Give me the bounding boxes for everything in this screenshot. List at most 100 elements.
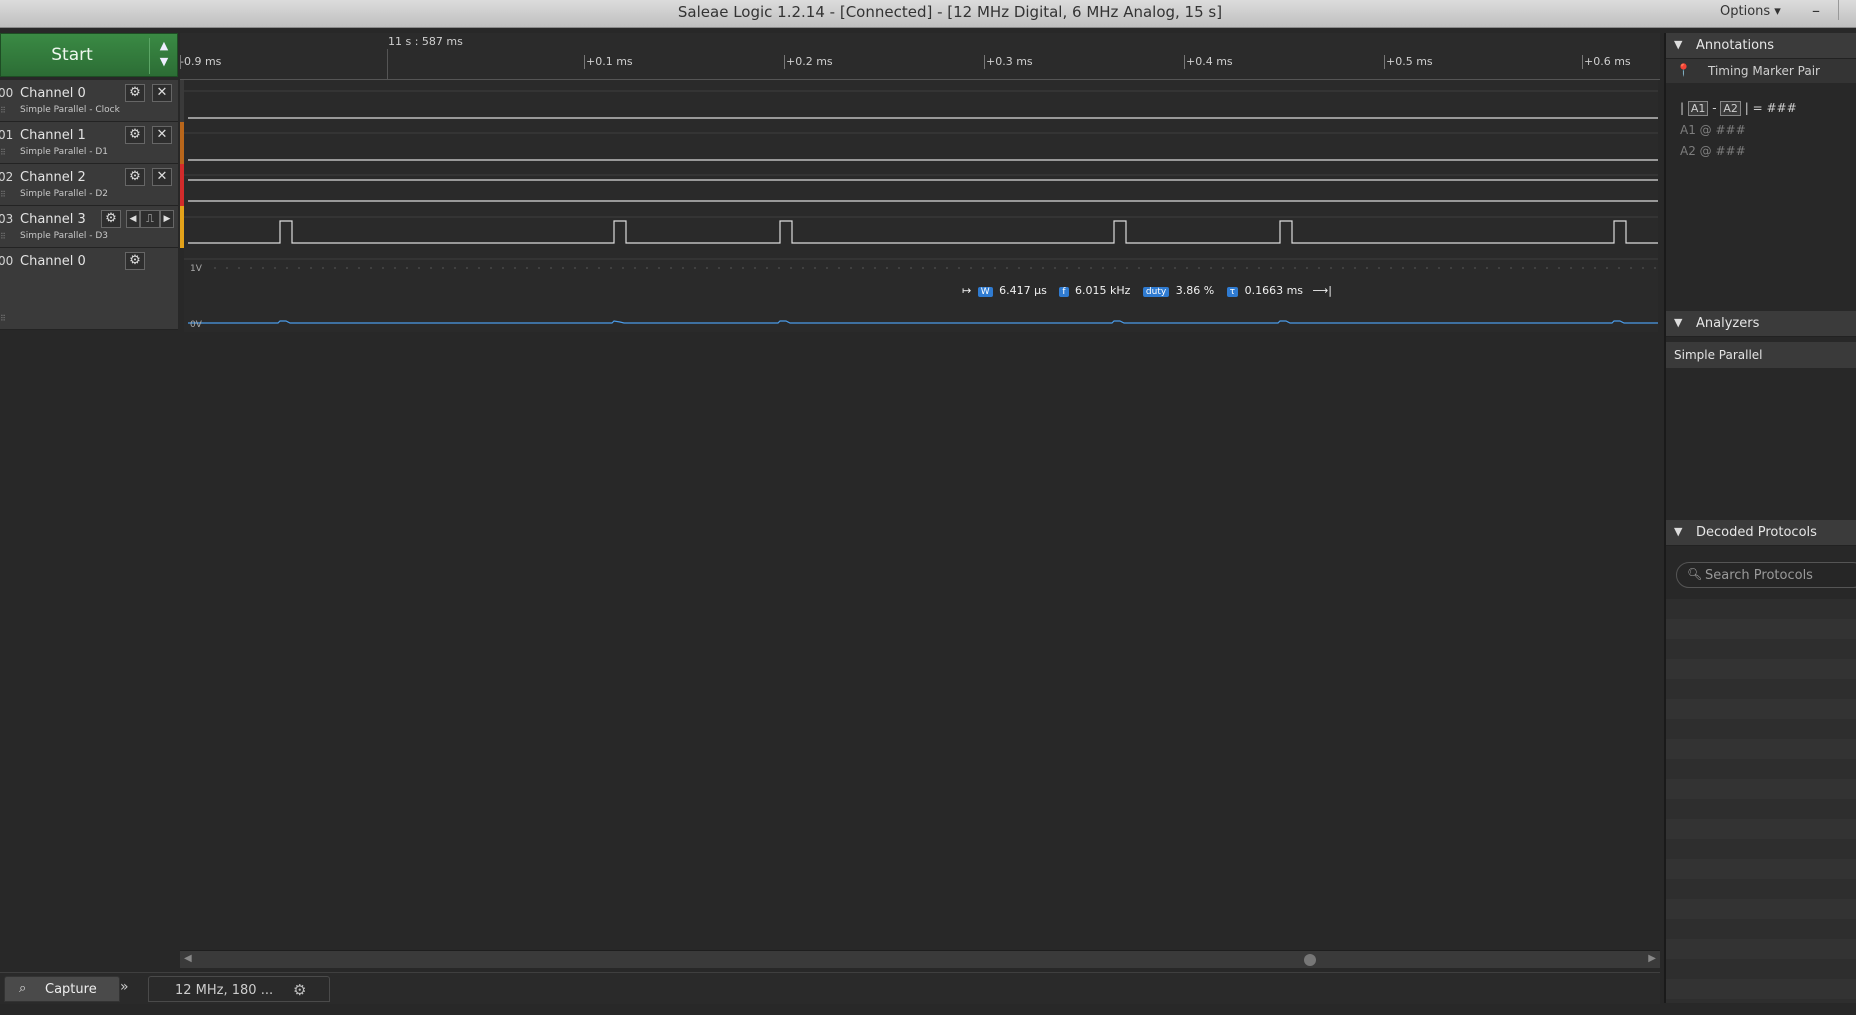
session-tab-label: 12 MHz, 180 ... — [175, 983, 274, 998]
channel-row[interactable]: 02 Channel 2 Simple Parallel - D2 ⠿ ⚙ ✕ — [0, 164, 178, 206]
arrow-down-icon[interactable]: ▼ — [157, 54, 171, 70]
timeline-tick-line — [1384, 55, 1385, 69]
arrow-up-icon[interactable]: ▲ — [157, 38, 171, 54]
channel-settings-gear-icon[interactable]: ⚙ — [125, 168, 145, 186]
channel-panel: 00 Channel 0 Simple Parallel - Clock ⠿ ⚙… — [0, 80, 178, 330]
timeline-tick-line — [1582, 55, 1583, 69]
marker-pin-icon: 📍 — [1676, 63, 1691, 77]
capture-search-icon: ⌕ — [19, 981, 27, 996]
drag-handle-icon[interactable]: ⠿ — [0, 106, 6, 115]
channel-index: 02 — [0, 170, 14, 184]
period-tag: τ — [1226, 287, 1239, 297]
session-tab[interactable]: 12 MHz, 180 ... ⚙ — [148, 976, 330, 1002]
window-control[interactable] — [1838, 0, 1856, 20]
channel-subtitle: Simple Parallel - D2 — [20, 189, 109, 199]
start-separator — [149, 38, 150, 74]
scroll-right-icon[interactable]: ▶ — [1648, 953, 1656, 964]
timeline-tick: -0.9 ms — [180, 55, 222, 68]
search-protocols-input[interactable] — [1705, 566, 1855, 584]
channel-row[interactable]: 03 Channel 3 Simple Parallel - D3 ⠿ ⚙ ◀ … — [0, 206, 178, 248]
width-value: 6.417 µs — [999, 284, 1047, 297]
start-options-arrows[interactable]: ▲ ▼ — [157, 38, 171, 70]
timeline-tick: +0.4 ms — [1186, 55, 1233, 68]
channel-settings-gear-icon[interactable]: ⚙ — [125, 126, 145, 144]
search-icon: 🔍︎ — [1687, 567, 1703, 581]
channel-name[interactable]: Channel 0 — [20, 254, 86, 269]
next-edge-icon[interactable]: ▶ — [160, 210, 174, 228]
channel-settings-gear-icon[interactable]: ⚙ — [101, 210, 121, 228]
marker-delta-value: = ### — [1752, 101, 1797, 115]
channel-subtitle: Simple Parallel - D1 — [20, 147, 109, 157]
analog-channel-row[interactable]: 00 Channel 0 ⠿ ⚙ — [0, 248, 178, 330]
channel-close-icon[interactable]: ✕ — [152, 168, 172, 186]
a1-marker-box[interactable]: A1 — [1687, 101, 1709, 116]
channel-row[interactable]: 01 Channel 1 Simple Parallel - D1 ⠿ ⚙ ✕ — [0, 122, 178, 164]
channel-settings-gear-icon[interactable]: ⚙ — [125, 84, 145, 102]
channel-name[interactable]: Channel 3 — [20, 212, 86, 227]
capture-tab-label: Capture — [45, 982, 97, 997]
timeline-tick-line — [784, 55, 785, 69]
timeline-tick-line — [984, 55, 985, 69]
drag-handle-icon[interactable]: ⠿ — [0, 190, 6, 199]
analyzer-item-label: Simple Parallel — [1674, 348, 1763, 362]
annotations-title: Annotations — [1696, 38, 1775, 53]
drag-handle-icon[interactable]: ⠿ — [0, 314, 6, 323]
timeline-tick: +0.5 ms — [1386, 55, 1433, 68]
channel-subtitle: Simple Parallel - D3 — [20, 231, 109, 241]
collapse-triangle-icon[interactable]: ▼ — [1674, 525, 1682, 538]
bottom-tab-bar: ⌕ Capture » 12 MHz, 180 ... ⚙ — [0, 972, 1660, 1004]
channel-name[interactable]: Channel 1 — [20, 128, 86, 143]
analog-0v-label: 0V — [190, 320, 203, 330]
channel-settings-gear-icon[interactable]: ⚙ — [125, 252, 145, 270]
channel-name[interactable]: Channel 2 — [20, 170, 86, 185]
search-protocols-box[interactable]: 🔍︎ — [1676, 562, 1856, 588]
pulse-trigger-icon[interactable]: ⎍ — [140, 210, 160, 228]
channel-close-icon[interactable]: ✕ — [152, 84, 172, 102]
marker-delta-row: | A1 - A2 | = ### — [1680, 101, 1797, 116]
timeline-ruler[interactable]: 11 s : 587 ms -0.9 ms +0.1 ms +0.2 ms +0… — [180, 33, 1660, 80]
horizontal-scrollbar[interactable]: ◀ ▶ — [180, 950, 1660, 968]
channel-index: 03 — [0, 212, 14, 226]
start-button[interactable]: Start ▲ ▼ — [0, 33, 178, 77]
previous-edge-icon[interactable]: ◀ — [126, 210, 140, 228]
analyzers-header[interactable]: ▼ Analyzers — [1666, 311, 1856, 337]
timeline-tick: +0.6 ms — [1584, 55, 1631, 68]
analyzers-title: Analyzers — [1696, 316, 1760, 331]
options-menu[interactable]: Options ▾ — [1720, 4, 1781, 19]
channel-name[interactable]: Channel 0 — [20, 86, 86, 101]
timeline-tick-line — [1184, 55, 1185, 69]
channel-index: 00 — [0, 86, 14, 100]
marker-dash: - — [1712, 101, 1717, 115]
collapse-triangle-icon[interactable]: ▼ — [1674, 316, 1682, 329]
channel-index: 01 — [0, 128, 14, 142]
timing-marker-pair[interactable]: 📍 Timing Marker Pair — [1666, 59, 1856, 83]
timeline-tick-line — [584, 55, 585, 69]
waveform-traces: 1V 0V — [184, 90, 1658, 330]
waveform-area[interactable]: 1V 0V ↦ W 6.417 µs f 6.015 kHz duty 3.86… — [184, 80, 1658, 332]
analyzer-item[interactable]: Simple Parallel — [1666, 342, 1856, 368]
channel-row[interactable]: 00 Channel 0 Simple Parallel - Clock ⠿ ⚙… — [0, 80, 178, 122]
right-panel: ▼ Annotations 📍 Timing Marker Pair | A1 … — [1664, 33, 1856, 1003]
decoded-protocols-header[interactable]: ▼ Decoded Protocols — [1666, 520, 1856, 546]
collapse-triangle-icon[interactable]: ▼ — [1674, 38, 1682, 51]
timeline-tick: +0.3 ms — [986, 55, 1033, 68]
decoded-protocols-title: Decoded Protocols — [1696, 525, 1817, 540]
scrollbar-thumb[interactable] — [1304, 954, 1316, 966]
decoded-protocols-list[interactable] — [1666, 599, 1856, 1003]
drag-handle-icon[interactable]: ⠿ — [0, 148, 6, 157]
capture-tab[interactable]: ⌕ Capture — [4, 976, 120, 1002]
a2-position-row: A2 @ ### — [1680, 144, 1746, 158]
analog-1v-label: 1V — [190, 264, 203, 274]
session-gear-icon[interactable]: ⚙ — [293, 981, 306, 999]
duty-tag: duty — [1142, 287, 1170, 297]
a2-marker-box[interactable]: A2 — [1720, 101, 1741, 116]
channel-close-icon[interactable]: ✕ — [152, 126, 172, 144]
annotations-header[interactable]: ▼ Annotations — [1666, 33, 1856, 59]
timeline-tick: +0.1 ms — [586, 55, 633, 68]
channel-index: 00 — [0, 254, 14, 268]
period-arrow-icon: ⟶| — [1312, 284, 1332, 297]
drag-handle-icon[interactable]: ⠿ — [0, 232, 6, 241]
minimize-button[interactable]: – — [1812, 1, 1820, 20]
double-chevron-icon[interactable]: » — [120, 979, 129, 995]
scroll-left-icon[interactable]: ◀ — [184, 953, 192, 964]
